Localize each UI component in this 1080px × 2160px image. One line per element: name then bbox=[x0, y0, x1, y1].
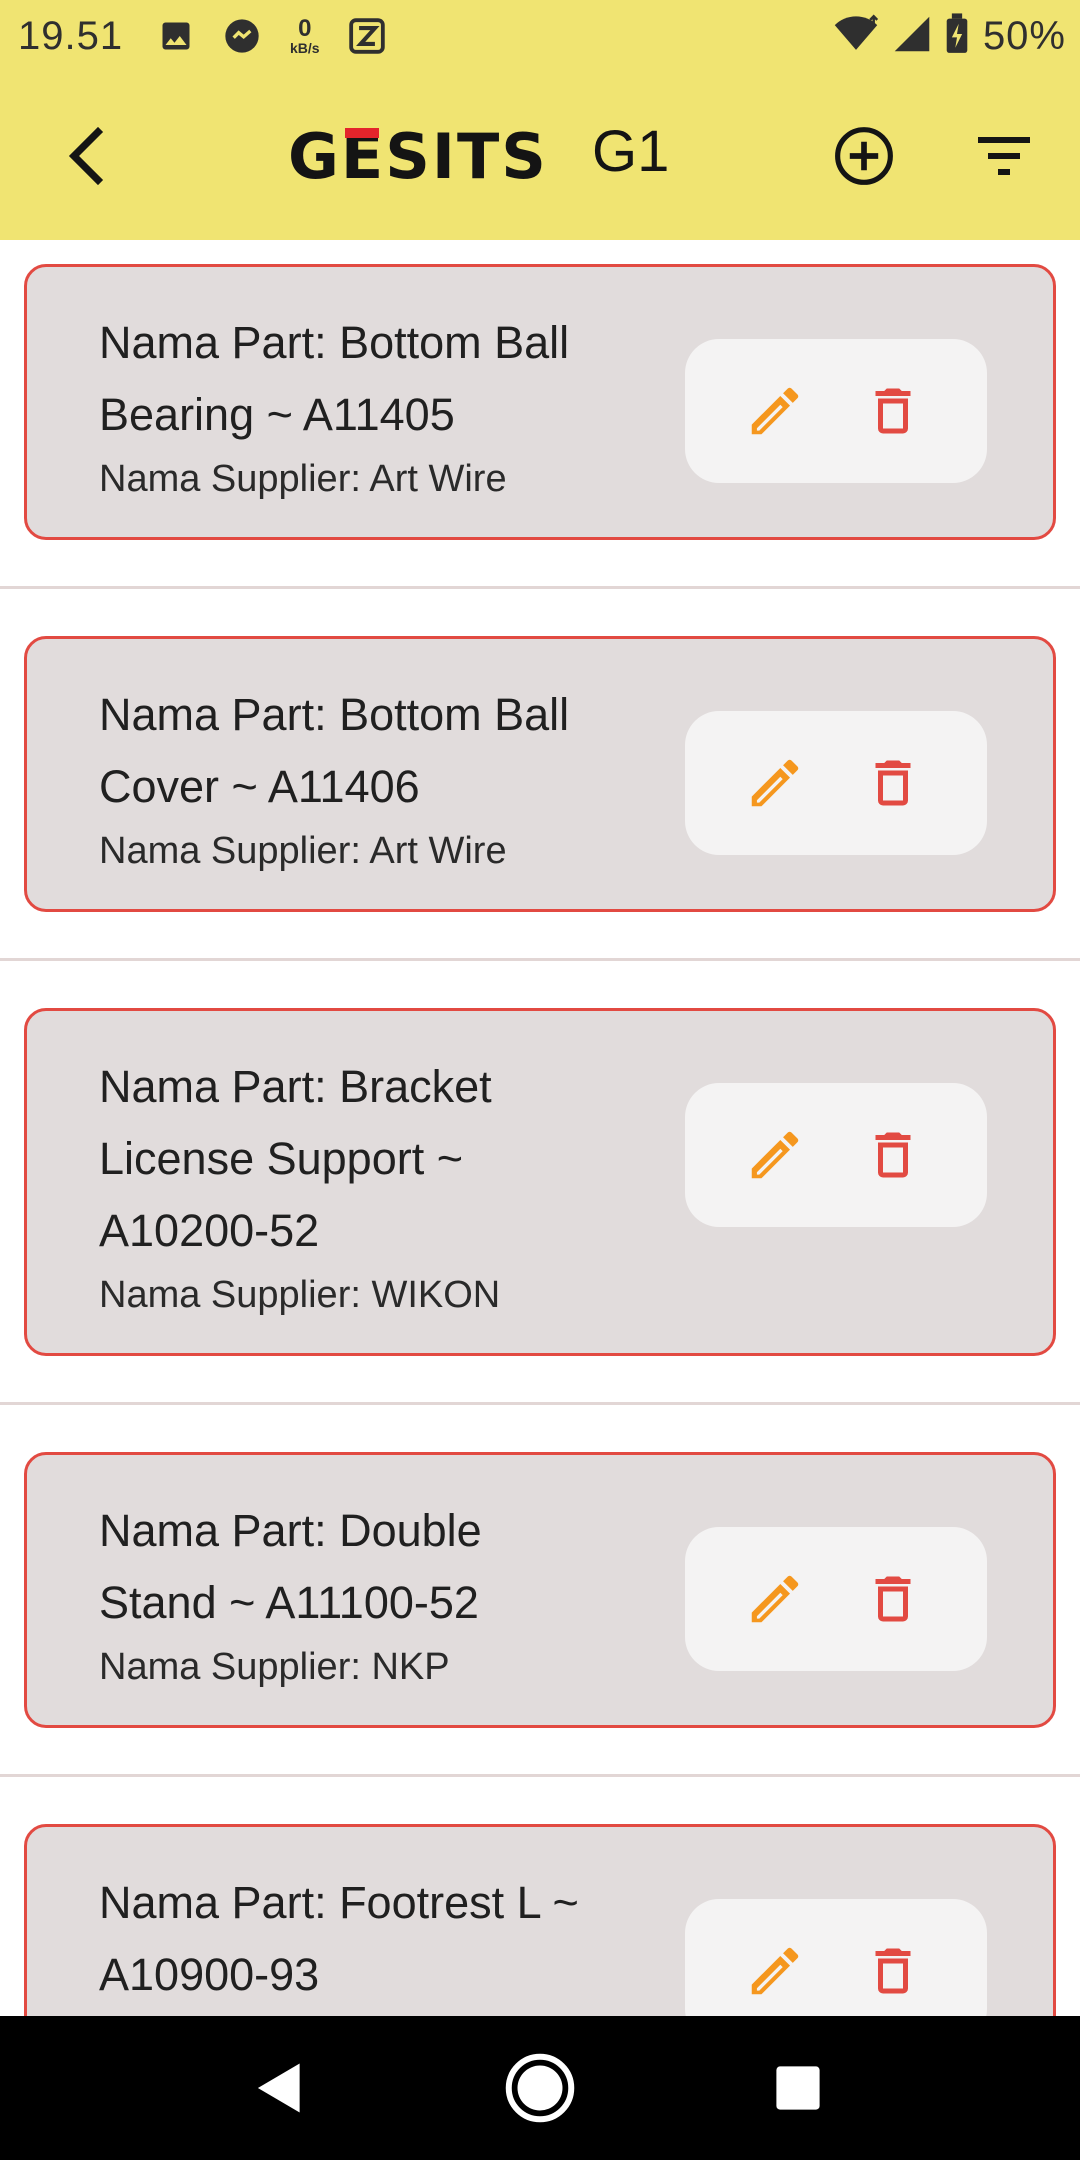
data-rate-icon: 0 kB/s bbox=[290, 15, 320, 56]
data-rate-value: 0 bbox=[298, 15, 312, 42]
status-bar: 19.51 0 kB/s 50% bbox=[0, 0, 1080, 72]
pencil-icon bbox=[751, 1947, 799, 1995]
part-card[interactable]: Nama Part: Bracket License Support ~ A1020… bbox=[24, 1008, 1056, 1356]
back-triangle-icon bbox=[257, 2063, 300, 2113]
nav-recents-button[interactable] bbox=[762, 2052, 834, 2124]
edit-button[interactable] bbox=[739, 1935, 811, 2007]
part-name-line: Nama Part: Bottom Ball bbox=[99, 689, 570, 740]
battery-percent: 50% bbox=[982, 13, 1066, 58]
brand-accent-bar bbox=[344, 127, 380, 138]
delete-button[interactable] bbox=[857, 1935, 929, 2007]
edit-button[interactable] bbox=[739, 747, 811, 819]
brand-letter-e: E bbox=[340, 119, 386, 193]
notification-icons: 0 kB/s bbox=[158, 14, 386, 58]
supplier-name: Nama Supplier: WIKON bbox=[99, 1274, 501, 1316]
delete-button[interactable] bbox=[857, 1563, 929, 1635]
cell-signal-icon bbox=[893, 14, 931, 59]
list-divider bbox=[0, 1402, 1080, 1405]
part-name-line: Nama Part: Bracket bbox=[99, 1061, 492, 1112]
item-actions bbox=[685, 1899, 987, 2016]
part-card[interactable]: Nama Part: Bottom Ball Bearing ~ A11405 Na… bbox=[24, 264, 1056, 540]
part-name-line: Bearing ~ A11405 bbox=[99, 389, 455, 440]
part-name-line: Nama Part: Bottom Ball bbox=[99, 317, 570, 368]
list-divider bbox=[0, 1774, 1080, 1777]
delete-button[interactable] bbox=[857, 375, 929, 447]
pencil-icon bbox=[751, 759, 799, 807]
brand-logo: G E SITS bbox=[288, 119, 548, 193]
pencil-icon bbox=[751, 1131, 799, 1179]
edit-button[interactable] bbox=[739, 1563, 811, 1635]
back-arrow-icon bbox=[68, 126, 104, 186]
part-info: Nama Part: Double Stand ~ A11100-52 Nama S… bbox=[99, 1495, 659, 1695]
parts-list[interactable]: Nama Part: Bottom Ball Bearing ~ A11405 Na… bbox=[0, 240, 1080, 2016]
image-icon bbox=[158, 18, 194, 54]
supplier-name: Nama Supplier: Art Wire bbox=[99, 830, 507, 872]
trash-icon bbox=[875, 1132, 911, 1178]
brand-letters-rest: SITS bbox=[385, 119, 548, 193]
part-card[interactable]: Nama Part: Footrest L ~ A10900-93 bbox=[24, 1824, 1056, 2016]
system-status-icons: 50% bbox=[833, 12, 1066, 60]
nav-back-button[interactable] bbox=[244, 2052, 316, 2124]
add-circle-icon bbox=[835, 127, 893, 185]
supplier-name: Nama Supplier: Art Wire bbox=[99, 458, 507, 500]
item-actions bbox=[685, 339, 987, 483]
part-name-line: A10200-52 bbox=[99, 1205, 320, 1256]
messenger-icon bbox=[222, 16, 262, 56]
wifi-icon bbox=[833, 14, 879, 59]
part-name-line: Stand ~ A11100-52 bbox=[99, 1577, 479, 1628]
part-name-line: Cover ~ A11406 bbox=[99, 761, 420, 812]
item-actions bbox=[685, 1083, 987, 1227]
back-button[interactable] bbox=[50, 120, 122, 192]
part-name-line: A10900-93 bbox=[99, 1949, 320, 2000]
edit-button[interactable] bbox=[739, 1119, 811, 1191]
z-app-icon bbox=[348, 17, 386, 55]
list-divider bbox=[0, 586, 1080, 589]
nav-home-button[interactable] bbox=[504, 2052, 576, 2124]
data-rate-unit: kB/s bbox=[290, 40, 320, 56]
brand-letter-g: G bbox=[288, 119, 341, 193]
part-name-line: License Support ~ bbox=[99, 1133, 463, 1184]
battery-icon bbox=[945, 12, 969, 60]
item-actions bbox=[685, 711, 987, 855]
part-card[interactable]: Nama Part: Double Stand ~ A11100-52 Nama S… bbox=[24, 1452, 1056, 1728]
filter-icon bbox=[978, 137, 1030, 175]
item-actions bbox=[685, 1527, 987, 1671]
pencil-icon bbox=[751, 387, 799, 435]
top-bar: 19.51 0 kB/s 50% G E SITS G1 bbox=[0, 0, 1080, 240]
filter-button[interactable] bbox=[968, 120, 1040, 192]
delete-button[interactable] bbox=[857, 747, 929, 819]
trash-icon bbox=[875, 388, 911, 434]
part-name-line: Nama Part: Footrest L ~ bbox=[99, 1877, 579, 1928]
trash-icon bbox=[875, 760, 911, 806]
part-info: Nama Part: Bracket License Support ~ A1020… bbox=[99, 1051, 659, 1323]
recents-square-icon bbox=[776, 2066, 820, 2110]
delete-button[interactable] bbox=[857, 1119, 929, 1191]
app-bar: G E SITS G1 bbox=[0, 72, 1080, 240]
part-name-line: Nama Part: Double bbox=[99, 1505, 482, 1556]
status-time: 19.51 bbox=[18, 14, 124, 58]
supplier-name: Nama Supplier: NKP bbox=[99, 1646, 450, 1688]
part-info: Nama Part: Bottom Ball Bearing ~ A11405 Na… bbox=[99, 307, 659, 507]
home-circle-icon bbox=[505, 2053, 575, 2123]
screen: 19.51 0 kB/s 50% G E SITS G1 Nama Part: … bbox=[0, 0, 1080, 2160]
model-label: G1 bbox=[592, 119, 670, 184]
trash-icon bbox=[875, 1576, 911, 1622]
system-nav-bar bbox=[0, 2016, 1080, 2160]
edit-button[interactable] bbox=[739, 375, 811, 447]
part-info: Nama Part: Footrest L ~ A10900-93 bbox=[99, 1867, 659, 2011]
list-divider bbox=[0, 958, 1080, 961]
add-button[interactable] bbox=[828, 120, 900, 192]
part-card[interactable]: Nama Part: Bottom Ball Cover ~ A11406 Nama… bbox=[24, 636, 1056, 912]
trash-icon bbox=[875, 1948, 911, 1994]
part-info: Nama Part: Bottom Ball Cover ~ A11406 Nama… bbox=[99, 679, 659, 879]
pencil-icon bbox=[751, 1575, 799, 1623]
